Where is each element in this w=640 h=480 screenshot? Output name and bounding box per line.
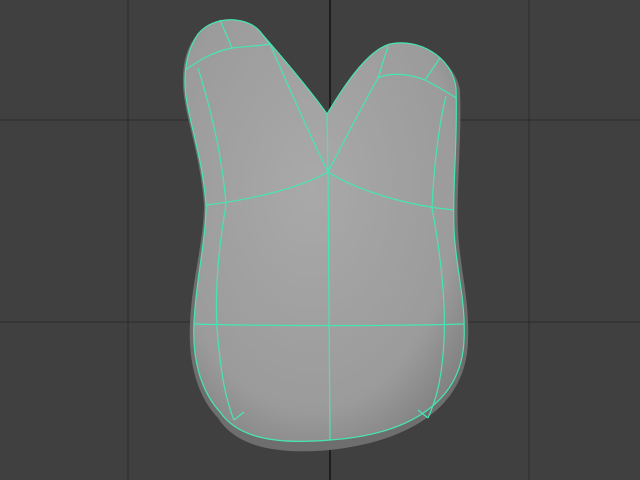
viewport-canvas[interactable] <box>0 0 640 480</box>
mesh-body[interactable] <box>184 19 465 442</box>
3d-viewport[interactable] <box>0 0 640 480</box>
